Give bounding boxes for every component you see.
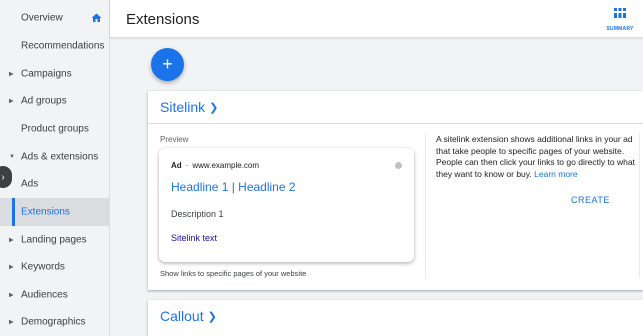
create-button[interactable]: CREATE bbox=[571, 195, 610, 205]
sidebar-item-campaigns[interactable]: ▶ Campaigns bbox=[0, 60, 109, 88]
sidebar-item-demographics[interactable]: ▶ Demographics bbox=[0, 308, 109, 336]
preview-label: Preview bbox=[160, 135, 189, 144]
caret-right-icon: ▶ bbox=[9, 264, 14, 271]
ad-sitelink-text[interactable]: Sitelink text bbox=[171, 233, 217, 243]
chevron-right-icon: ❯ bbox=[207, 310, 217, 323]
ad-url-line: Ad · www.example.com bbox=[171, 161, 259, 170]
plus-icon: + bbox=[162, 54, 173, 74]
sidebar-item-overview[interactable]: Overview bbox=[0, 4, 109, 32]
caret-right-icon: ▶ bbox=[9, 71, 14, 78]
ad-display-url: www.example.com bbox=[192, 161, 260, 170]
caret-right-icon: ▶ bbox=[9, 319, 14, 326]
card-title: Callout bbox=[160, 308, 204, 324]
sidebar-item-landing-pages[interactable]: ▶ Landing pages bbox=[0, 226, 109, 254]
sidebar-item-label: Campaigns bbox=[21, 68, 72, 80]
home-icon bbox=[91, 13, 102, 22]
chevron-right-icon: › bbox=[1, 171, 5, 183]
page-title: Extensions bbox=[126, 11, 200, 28]
summary-button[interactable]: SUMMARY bbox=[605, 6, 635, 32]
sitelink-card: Sitelink ❯ Preview Ad · www.example.com … bbox=[148, 91, 643, 290]
summary-icon bbox=[614, 8, 626, 18]
sidebar-item-label: Product groups bbox=[21, 123, 89, 135]
caret-down-icon: ▼ bbox=[9, 154, 15, 160]
sidebar-item-ads[interactable]: Ads bbox=[0, 170, 109, 198]
sidebar-item-ad-groups[interactable]: ▶ Ad groups bbox=[0, 87, 109, 115]
sidebar-item-label: Overview bbox=[21, 12, 63, 24]
page-header: Extensions SUMMARY bbox=[110, 0, 643, 38]
learn-more-link[interactable]: Learn more bbox=[534, 169, 577, 179]
ad-headline: Headline 1 | Headline 2 bbox=[171, 180, 296, 194]
sidebar-item-label: Ads & extensions bbox=[21, 151, 99, 163]
sidebar-item-label: Audiences bbox=[21, 289, 68, 301]
callout-title-link[interactable]: Callout ❯ bbox=[160, 308, 217, 324]
sidebar-item-product-groups[interactable]: Product groups bbox=[0, 115, 109, 143]
add-extension-button[interactable]: + bbox=[151, 48, 184, 81]
preview-footer: Show links to specific pages of your web… bbox=[160, 269, 307, 278]
ad-description: Description 1 bbox=[171, 209, 224, 219]
card-title: Sitelink bbox=[160, 99, 206, 115]
summary-label: SUMMARY bbox=[606, 26, 634, 32]
sidebar-item-label: Demographics bbox=[21, 316, 86, 328]
separator: · bbox=[185, 161, 189, 170]
sidebar-item-label: Landing pages bbox=[21, 234, 87, 246]
info-icon[interactable] bbox=[395, 162, 402, 169]
sidebar-item-ads-extensions[interactable]: ▼ Ads & extensions bbox=[0, 143, 109, 171]
sidebar-item-audiences[interactable]: ▶ Audiences bbox=[0, 281, 109, 309]
callout-card: Callout ❯ bbox=[148, 300, 643, 336]
sidebar-item-label: Recommendations bbox=[21, 40, 105, 52]
sidebar-item-label: Keywords bbox=[21, 261, 65, 273]
sitelink-title-link[interactable]: Sitelink ❯ bbox=[160, 99, 218, 115]
sidebar-item-recommendations[interactable]: Recommendations bbox=[0, 32, 109, 60]
caret-right-icon: ▶ bbox=[9, 237, 14, 244]
sidebar-item-keywords[interactable]: ▶ Keywords bbox=[0, 253, 109, 281]
ad-preview: Ad · www.example.com Headline 1 | Headli… bbox=[159, 148, 414, 262]
extension-description: A sitelink extension shows additional li… bbox=[436, 134, 636, 180]
chevron-right-icon: ❯ bbox=[209, 101, 219, 114]
sidebar-item-extensions[interactable]: Extensions bbox=[0, 198, 109, 226]
sidebar-item-label: Ad groups bbox=[21, 95, 67, 107]
ad-badge: Ad bbox=[171, 161, 182, 170]
divider bbox=[425, 133, 426, 278]
divider bbox=[639, 133, 640, 278]
sidebar-nav: Overview Recommendations ▶ Campaigns ▶ A… bbox=[0, 0, 110, 336]
caret-right-icon: ▶ bbox=[9, 98, 14, 105]
divider bbox=[148, 123, 643, 124]
caret-right-icon: ▶ bbox=[9, 292, 14, 299]
sidebar-item-label: Extensions bbox=[21, 206, 70, 218]
sidebar-item-label: Ads bbox=[21, 178, 39, 190]
